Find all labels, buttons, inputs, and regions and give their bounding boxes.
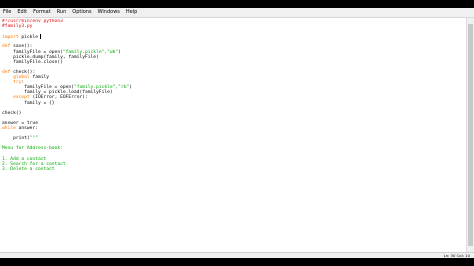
code-editor[interactable]: #!/usr/bin/env python3 #family3.py import … [2,19,464,253]
code-token: Menu for Address-book: [2,146,63,152]
code-token: 3. Delete a contact [2,166,55,172]
code-line: 3. Delete a contact [2,167,464,172]
code-token: familyFile.close() [2,59,63,65]
menu-bar: File Edit Format Run Options Windows Hel… [0,8,474,18]
code-token: while [2,125,16,131]
menu-edit[interactable]: Edit [14,8,30,17]
menu-options[interactable]: Options [69,8,94,17]
code-token: pickle [18,35,38,41]
menu-windows[interactable]: Windows [95,8,123,17]
idle-editor-window: File Edit Format Run Options Windows Hel… [0,8,474,258]
cursor-position: Ln: 30 Col: 10 [443,253,470,258]
vertical-scrollbar[interactable] [466,18,474,253]
code-token: print( [2,136,30,142]
code-token: import [2,35,19,41]
code-token: family [29,75,50,81]
menu-file[interactable]: File [0,8,14,17]
code-token: family = {} [2,100,55,106]
menu-format[interactable]: Format [30,8,54,17]
code-token: ) [118,49,121,55]
status-bar: Ln: 30 Col: 10 [0,252,474,258]
code-token: check() [2,110,22,116]
menu-help[interactable]: Help [123,8,140,17]
code-token: #family3.py [2,24,33,30]
menu-run[interactable]: Run [54,8,70,17]
scrollbar-thumb[interactable] [468,24,473,246]
text-cursor [39,34,41,39]
code-token: ) [129,85,133,91]
code-token: """ [29,136,38,142]
code-token: answer: [15,125,38,131]
